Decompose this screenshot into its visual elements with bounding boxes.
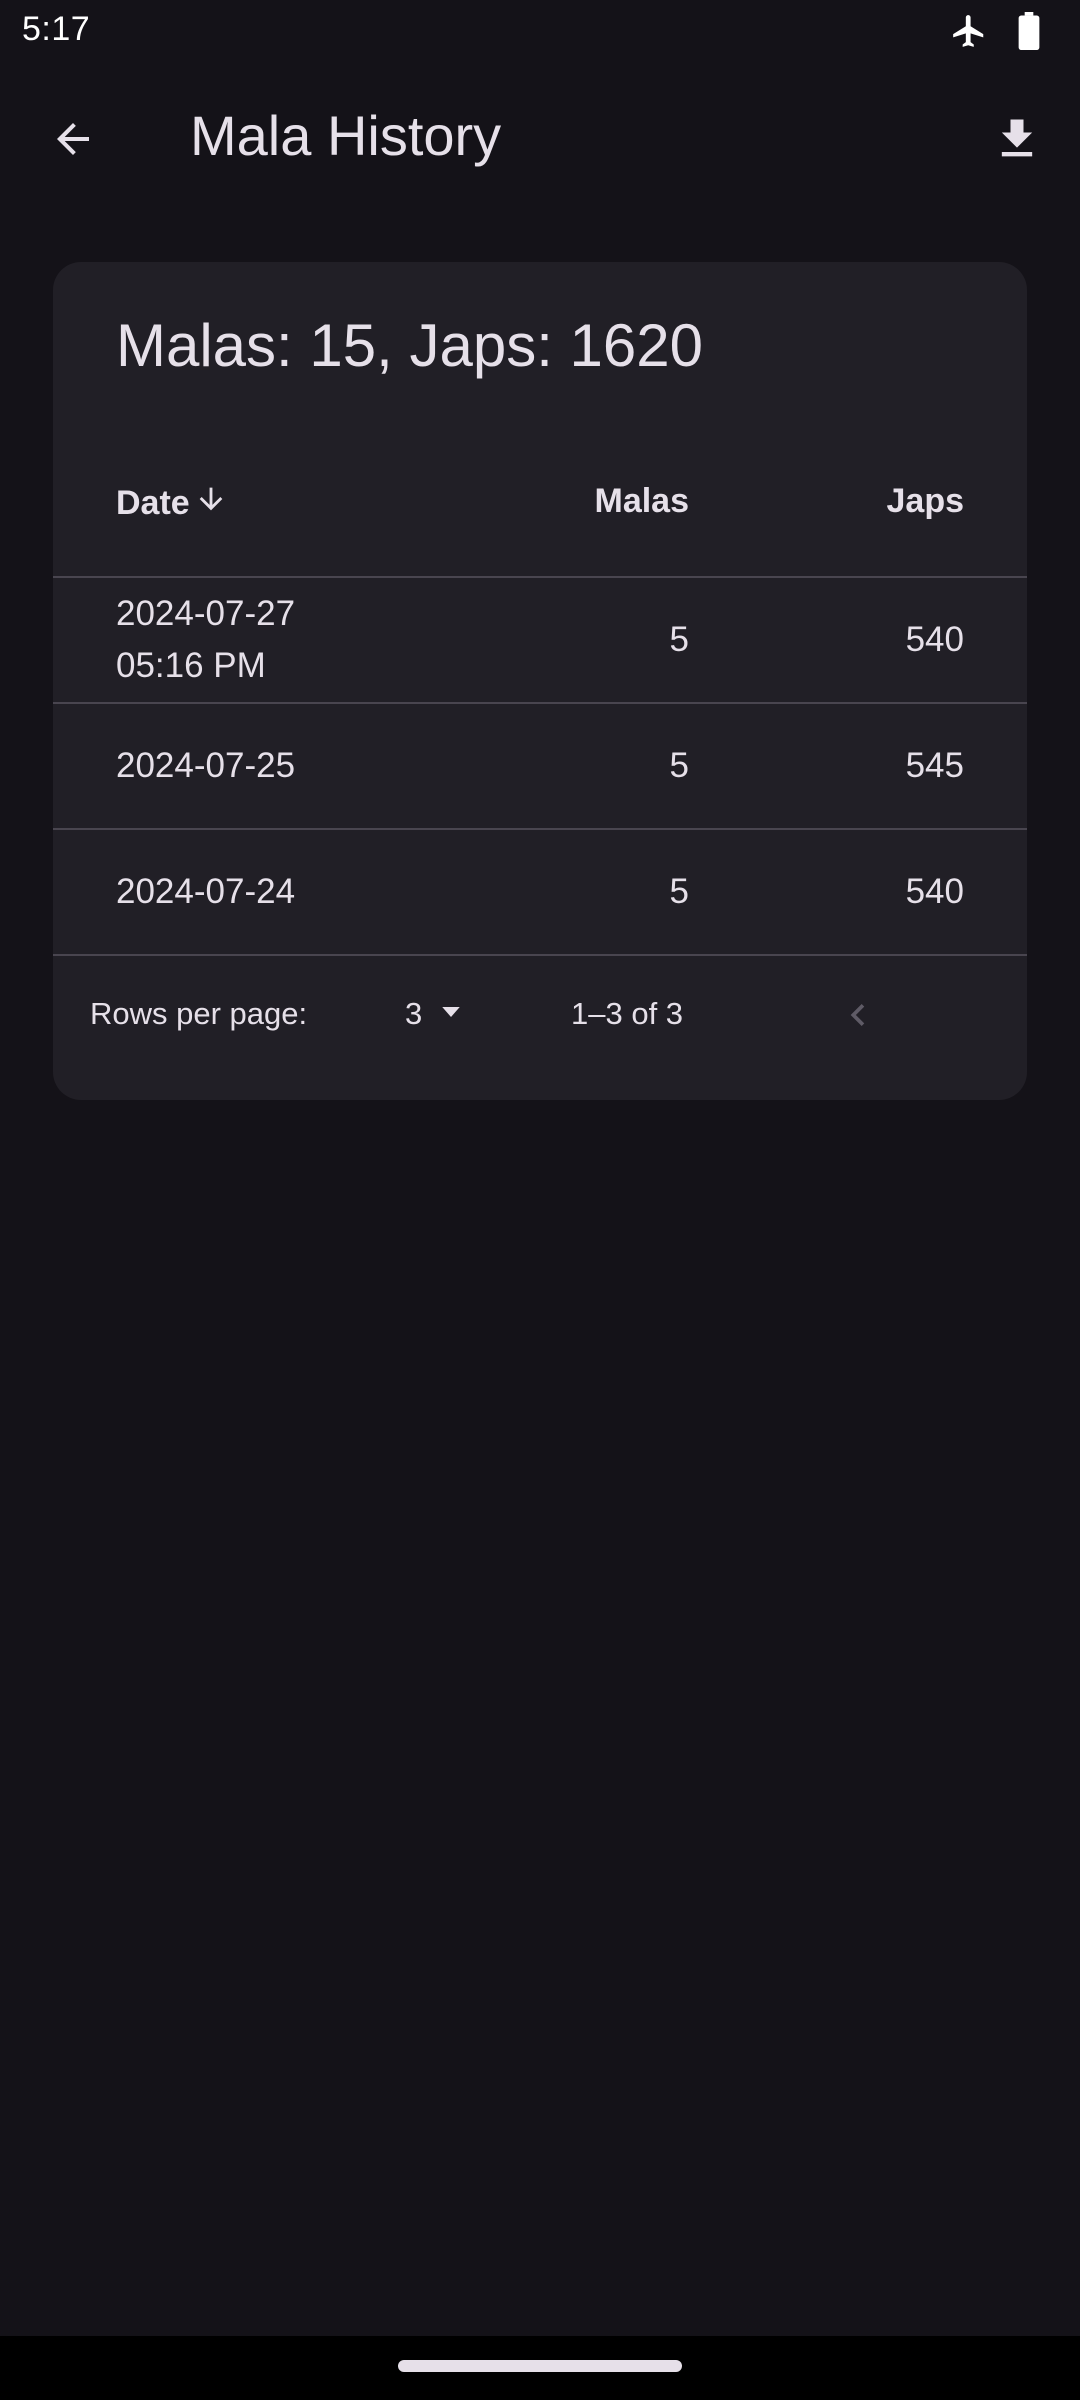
- cell-date-day: 2024-07-27: [116, 594, 296, 633]
- cell-japs: 540: [905, 872, 964, 911]
- column-header-date[interactable]: Date: [116, 482, 228, 525]
- arrow-back-icon: [49, 115, 97, 168]
- table-row[interactable]: 2024-07-27 05:16 PM 5 540: [53, 578, 1027, 704]
- chevron-left-icon: [836, 993, 880, 1042]
- cell-malas: 5: [669, 620, 689, 659]
- cell-date: 2024-07-25: [116, 740, 295, 792]
- rows-per-page-select[interactable]: 3: [405, 990, 466, 1038]
- column-header-date-label: Date: [116, 484, 190, 522]
- cell-date: 2024-07-27 05:16 PM: [116, 588, 295, 692]
- summary-title: Malas: 15, Japs: 1620: [116, 312, 704, 379]
- back-button[interactable]: [30, 98, 116, 184]
- arrow-down-icon: [190, 482, 228, 525]
- status-bar: 5:17: [0, 0, 1080, 64]
- table-row[interactable]: 2024-07-25 5 545: [53, 704, 1027, 830]
- pagination-footer: Rows per page: 3 1–3 of 3: [53, 952, 1027, 1082]
- column-header-japs[interactable]: Japs: [887, 482, 965, 521]
- battery-full-icon: [1018, 12, 1040, 50]
- status-time: 5:17: [22, 10, 91, 48]
- airplane-mode-icon: [950, 12, 988, 50]
- cell-japs: 545: [905, 746, 964, 785]
- cell-date-day: 2024-07-24: [116, 872, 296, 911]
- pagination-range: 1–3 of 3: [571, 996, 684, 1031]
- cell-date-day: 2024-07-25: [116, 746, 296, 785]
- previous-page-button[interactable]: [823, 982, 893, 1052]
- table-row[interactable]: 2024-07-24 5 540: [53, 830, 1027, 956]
- cell-malas: 5: [669, 872, 689, 911]
- column-header-malas[interactable]: Malas: [595, 482, 690, 521]
- chevron-right-icon: [1016, 993, 1027, 1042]
- app-bar: Mala History: [0, 76, 1080, 196]
- history-card: Malas: 15, Japs: 1620 Date Malas Japs 20…: [53, 262, 1027, 1100]
- screen: 5:17 Mala History Malas: 15, Japs: 1620: [0, 0, 1080, 2400]
- cell-date-time: 05:16 PM: [116, 646, 266, 685]
- status-icons: [950, 12, 1040, 50]
- page-title: Mala History: [190, 104, 502, 167]
- dropdown-arrow-icon: [436, 997, 466, 1032]
- rows-per-page-label: Rows per page:: [90, 996, 308, 1031]
- rows-per-page-value: 3: [405, 996, 423, 1031]
- gesture-handle[interactable]: [398, 2360, 682, 2372]
- cell-japs: 540: [905, 620, 964, 659]
- next-page-button[interactable]: [1003, 982, 1027, 1052]
- download-button[interactable]: [974, 98, 1060, 184]
- history-table: Date Malas Japs 2024-07-27 05:16 PM 5 54…: [53, 432, 1027, 956]
- download-icon: [991, 113, 1043, 170]
- table-header: Date Malas Japs: [53, 432, 1027, 578]
- cell-malas: 5: [669, 746, 689, 785]
- navigation-bar: [0, 2336, 1080, 2400]
- cell-date: 2024-07-24: [116, 866, 295, 918]
